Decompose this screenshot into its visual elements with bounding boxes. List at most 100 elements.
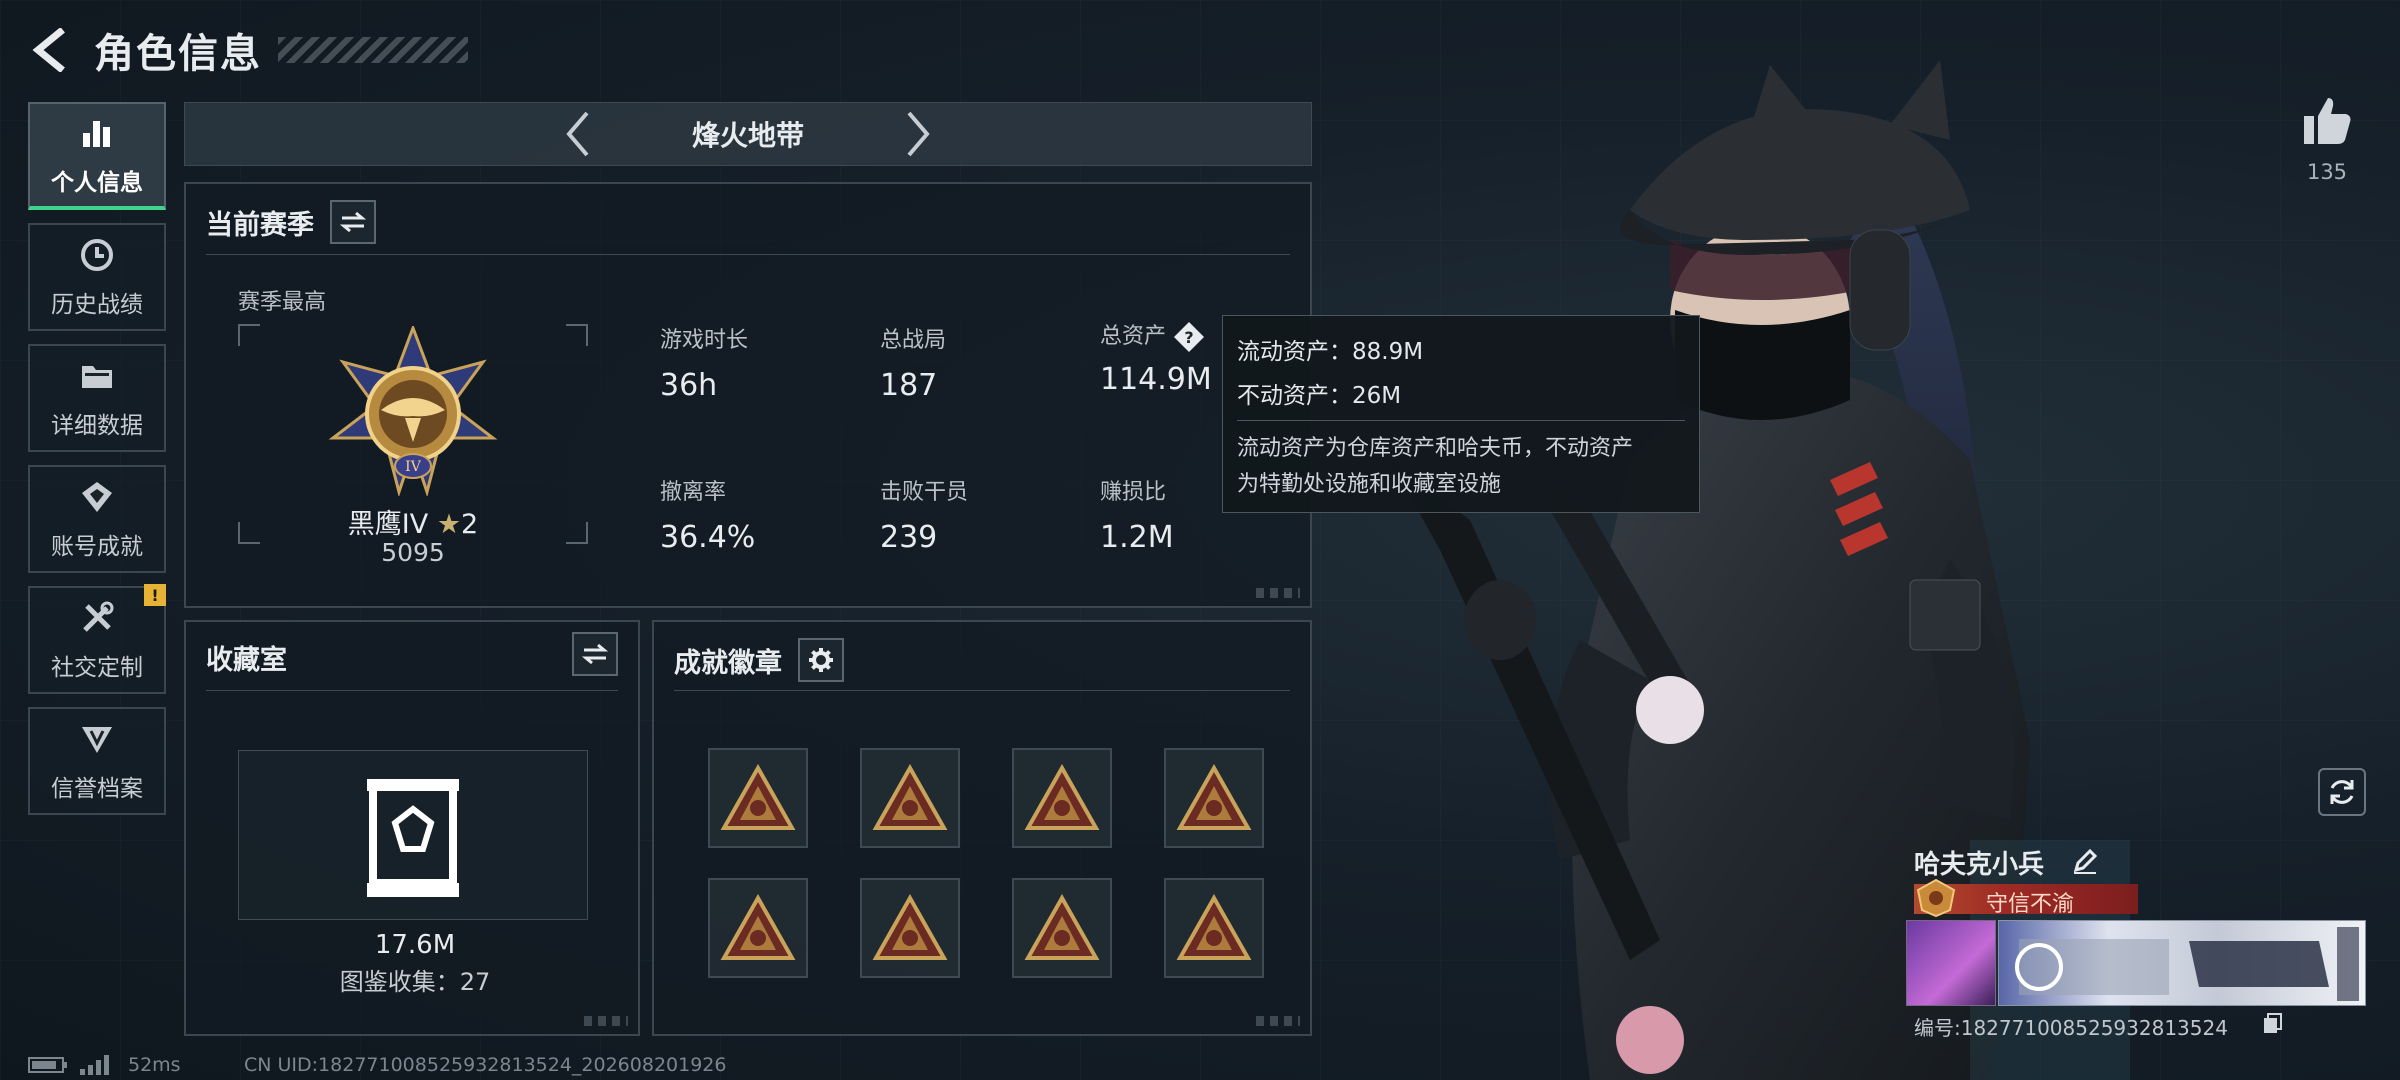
sidebar-item-social-custom[interactable]: ! 社交定制 <box>28 584 166 694</box>
season-panel: 当前赛季 赛季最高 IV 黑鹰IV ★2 5095 游戏时长 36h 总战局 1… <box>184 182 1312 608</box>
map-selector: 烽火地带 <box>184 102 1312 166</box>
collection-panel[interactable]: 收藏室 17.6M 图鉴收集：27 <box>184 620 640 1036</box>
tools-icon <box>77 598 117 638</box>
sidebar: 个人信息 历史战绩 详细数据 账号成就 ! 社交定制 信誉档案 <box>28 102 166 828</box>
collection-panel-title: 收藏室 <box>206 645 287 676</box>
stat-label: 撤离率 <box>660 480 727 505</box>
folder-icon <box>77 356 117 396</box>
corner-decoration <box>584 1016 628 1026</box>
achievement-badge[interactable] <box>860 748 960 848</box>
copy-icon[interactable] <box>2262 1012 2284 1034</box>
stat-value: 239 <box>880 520 938 555</box>
switch-season-button[interactable] <box>330 200 376 244</box>
collection-preview <box>238 750 588 920</box>
stat-value: 36h <box>660 368 718 403</box>
battery-icon <box>28 1057 67 1073</box>
stat-label: 赚损比 <box>1100 480 1167 505</box>
name-card-banner <box>1998 920 2366 1006</box>
history-clock-icon <box>77 235 117 275</box>
sidebar-item-achievements[interactable]: 账号成就 <box>28 465 166 573</box>
achievement-badge[interactable] <box>1012 878 1112 978</box>
stat-total-assets: 总资产 ? 114.9M <box>1100 318 1212 397</box>
sidebar-item-history[interactable]: 历史战绩 <box>28 223 166 331</box>
svg-text:IV: IV <box>405 459 422 475</box>
stat-label: 击败干员 <box>880 480 969 505</box>
player-avatar[interactable] <box>1906 920 1996 1006</box>
tooltip-fixed-assets: 不动资产：26M <box>1237 383 1402 409</box>
sidebar-item-label: 详细数据 <box>51 413 143 439</box>
achievement-panel-title: 成就徽章 <box>674 647 782 679</box>
season-best-label: 赛季最高 <box>238 290 327 315</box>
triangle-badge-icon <box>720 764 796 830</box>
triangle-badge-icon <box>1024 764 1100 830</box>
triangle-badge-icon <box>720 894 796 960</box>
tooltip-desc-line-2: 为特勤处设施和收藏室设施 <box>1237 472 1502 497</box>
alert-badge: ! <box>144 584 166 606</box>
collection-value: 17.6M <box>374 930 456 960</box>
rank-score: 5095 <box>381 538 445 567</box>
status-bar: 52ms <box>28 1052 181 1078</box>
stat-kills: 击败干员 239 <box>880 474 968 555</box>
tooltip-desc-line-1: 流动资产为仓库资产和哈夫币，不动资产 <box>1237 436 1634 461</box>
corner-decoration <box>1256 1016 1300 1026</box>
svg-text:?: ? <box>1184 328 1193 347</box>
achievement-badge[interactable] <box>708 878 808 978</box>
credit-shield-icon <box>77 719 117 759</box>
sidebar-item-detailed-data[interactable]: 详细数据 <box>28 344 166 452</box>
swap-icon <box>340 211 366 233</box>
achievement-badge[interactable] <box>1164 748 1264 848</box>
sidebar-item-credit-record[interactable]: 信誉档案 <box>28 707 166 815</box>
sidebar-item-personal-info[interactable]: 个人信息 <box>28 102 166 210</box>
stat-label: 总资产 <box>1100 324 1167 349</box>
sidebar-item-label: 历史战绩 <box>51 292 143 318</box>
switch-collection-button[interactable] <box>572 632 618 676</box>
ping-value: 52ms <box>128 1054 181 1076</box>
signal-icon <box>80 1055 109 1075</box>
stat-value: 114.9M <box>1100 362 1212 397</box>
stat-value: 187 <box>880 368 938 403</box>
sidebar-item-label: 信誉档案 <box>51 776 143 802</box>
next-map-button[interactable] <box>888 104 948 164</box>
tooltip-liquid-assets: 流动资产：88.9M <box>1237 339 1424 365</box>
help-icon[interactable]: ? <box>1172 320 1206 354</box>
triangle-badge-icon <box>872 764 948 830</box>
rank-stars: 2 <box>461 509 479 540</box>
triangle-badge-icon <box>1024 894 1100 960</box>
rank-frame: IV 黑鹰IV ★2 5095 <box>238 324 588 567</box>
bar-chart-icon <box>77 113 117 153</box>
season-panel-title: 当前赛季 <box>206 209 314 241</box>
achievement-settings-button[interactable] <box>798 638 844 682</box>
back-arrow-icon[interactable] <box>28 28 72 72</box>
achievement-panel: 成就徽章 <box>652 620 1312 1036</box>
player-name: 哈夫克小兵 <box>1914 850 2045 880</box>
uid-text: CN UID:182771008525932813524_20260820192… <box>244 1054 727 1076</box>
swap-icon <box>582 643 608 665</box>
title-emblem-icon <box>1914 878 1958 918</box>
triangle-badge-icon <box>872 894 948 960</box>
prev-map-button[interactable] <box>548 104 608 164</box>
like-count: 135 <box>2306 160 2348 184</box>
gear-icon <box>809 648 833 672</box>
display-case-icon <box>367 779 459 897</box>
sidebar-item-label: 个人信息 <box>51 170 143 196</box>
refresh-button[interactable] <box>2318 768 2366 816</box>
stat-value: 36.4% <box>660 520 756 555</box>
banner-art <box>2015 927 2359 1001</box>
sidebar-item-label: 账号成就 <box>51 534 143 560</box>
thumbs-up-icon[interactable] <box>2300 94 2354 148</box>
rank-name-row: 黑鹰IV ★2 <box>238 502 588 541</box>
achievement-badge[interactable] <box>860 878 960 978</box>
player-id: 编号:182771008525932813524 <box>1914 1016 2228 1040</box>
stat-profit-ratio: 赚损比 1.2M <box>1100 474 1174 555</box>
edit-pencil-icon[interactable] <box>2070 846 2100 876</box>
corner-decoration <box>1256 588 1300 598</box>
achievement-badge[interactable] <box>1012 748 1112 848</box>
title-decoration <box>278 37 468 63</box>
achievement-badge[interactable] <box>1164 878 1264 978</box>
stat-extract-rate: 撤离率 36.4% <box>660 474 755 555</box>
achievement-badge[interactable] <box>708 748 808 848</box>
divider <box>674 690 1290 691</box>
stat-label: 游戏时长 <box>660 328 749 353</box>
collection-count: 图鉴收集：27 <box>339 968 491 996</box>
sidebar-item-label: 社交定制 <box>51 655 143 681</box>
